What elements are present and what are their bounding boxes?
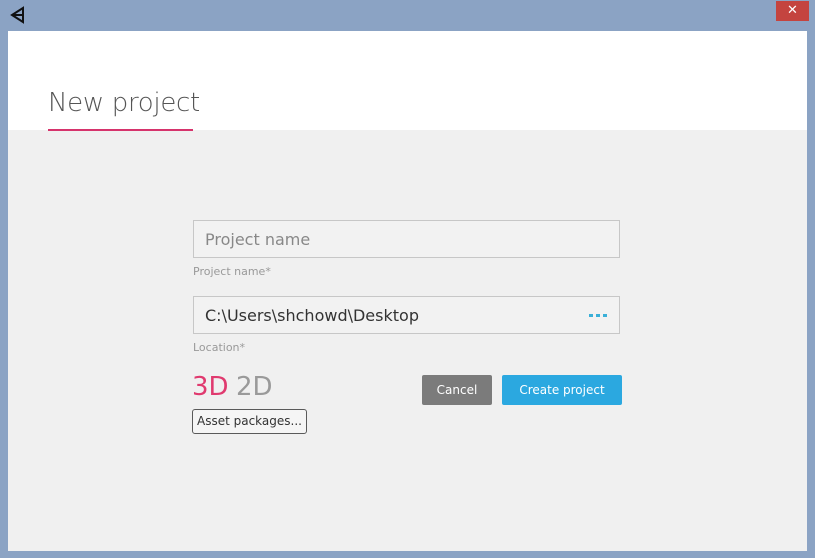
dialog-header: New project xyxy=(8,31,807,131)
project-name-label: Project name* xyxy=(193,265,271,278)
close-icon: ✕ xyxy=(787,3,798,18)
project-name-field[interactable] xyxy=(193,220,620,258)
window-titlebar: ✕ xyxy=(0,0,815,30)
asset-packages-button[interactable]: Asset packages... xyxy=(192,409,307,434)
dialog-content: New project Project name* C:\Users\shcho… xyxy=(8,31,807,551)
mode-3d-toggle[interactable]: 3D xyxy=(192,372,229,402)
browse-location-button[interactable] xyxy=(589,314,607,318)
create-project-button[interactable]: Create project xyxy=(502,375,622,405)
page-title: New project xyxy=(48,88,200,118)
unity-logo-icon xyxy=(10,6,24,24)
project-name-input[interactable] xyxy=(194,221,619,257)
close-button[interactable]: ✕ xyxy=(776,1,809,21)
location-label: Location* xyxy=(193,341,246,354)
location-value[interactable]: C:\Users\shchowd\Desktop xyxy=(205,306,419,325)
mode-2d-toggle[interactable]: 2D xyxy=(236,372,273,402)
title-underline xyxy=(48,129,193,131)
location-field[interactable]: C:\Users\shchowd\Desktop xyxy=(193,296,620,334)
cancel-button[interactable]: Cancel xyxy=(422,375,492,405)
ellipsis-icon xyxy=(589,314,593,317)
